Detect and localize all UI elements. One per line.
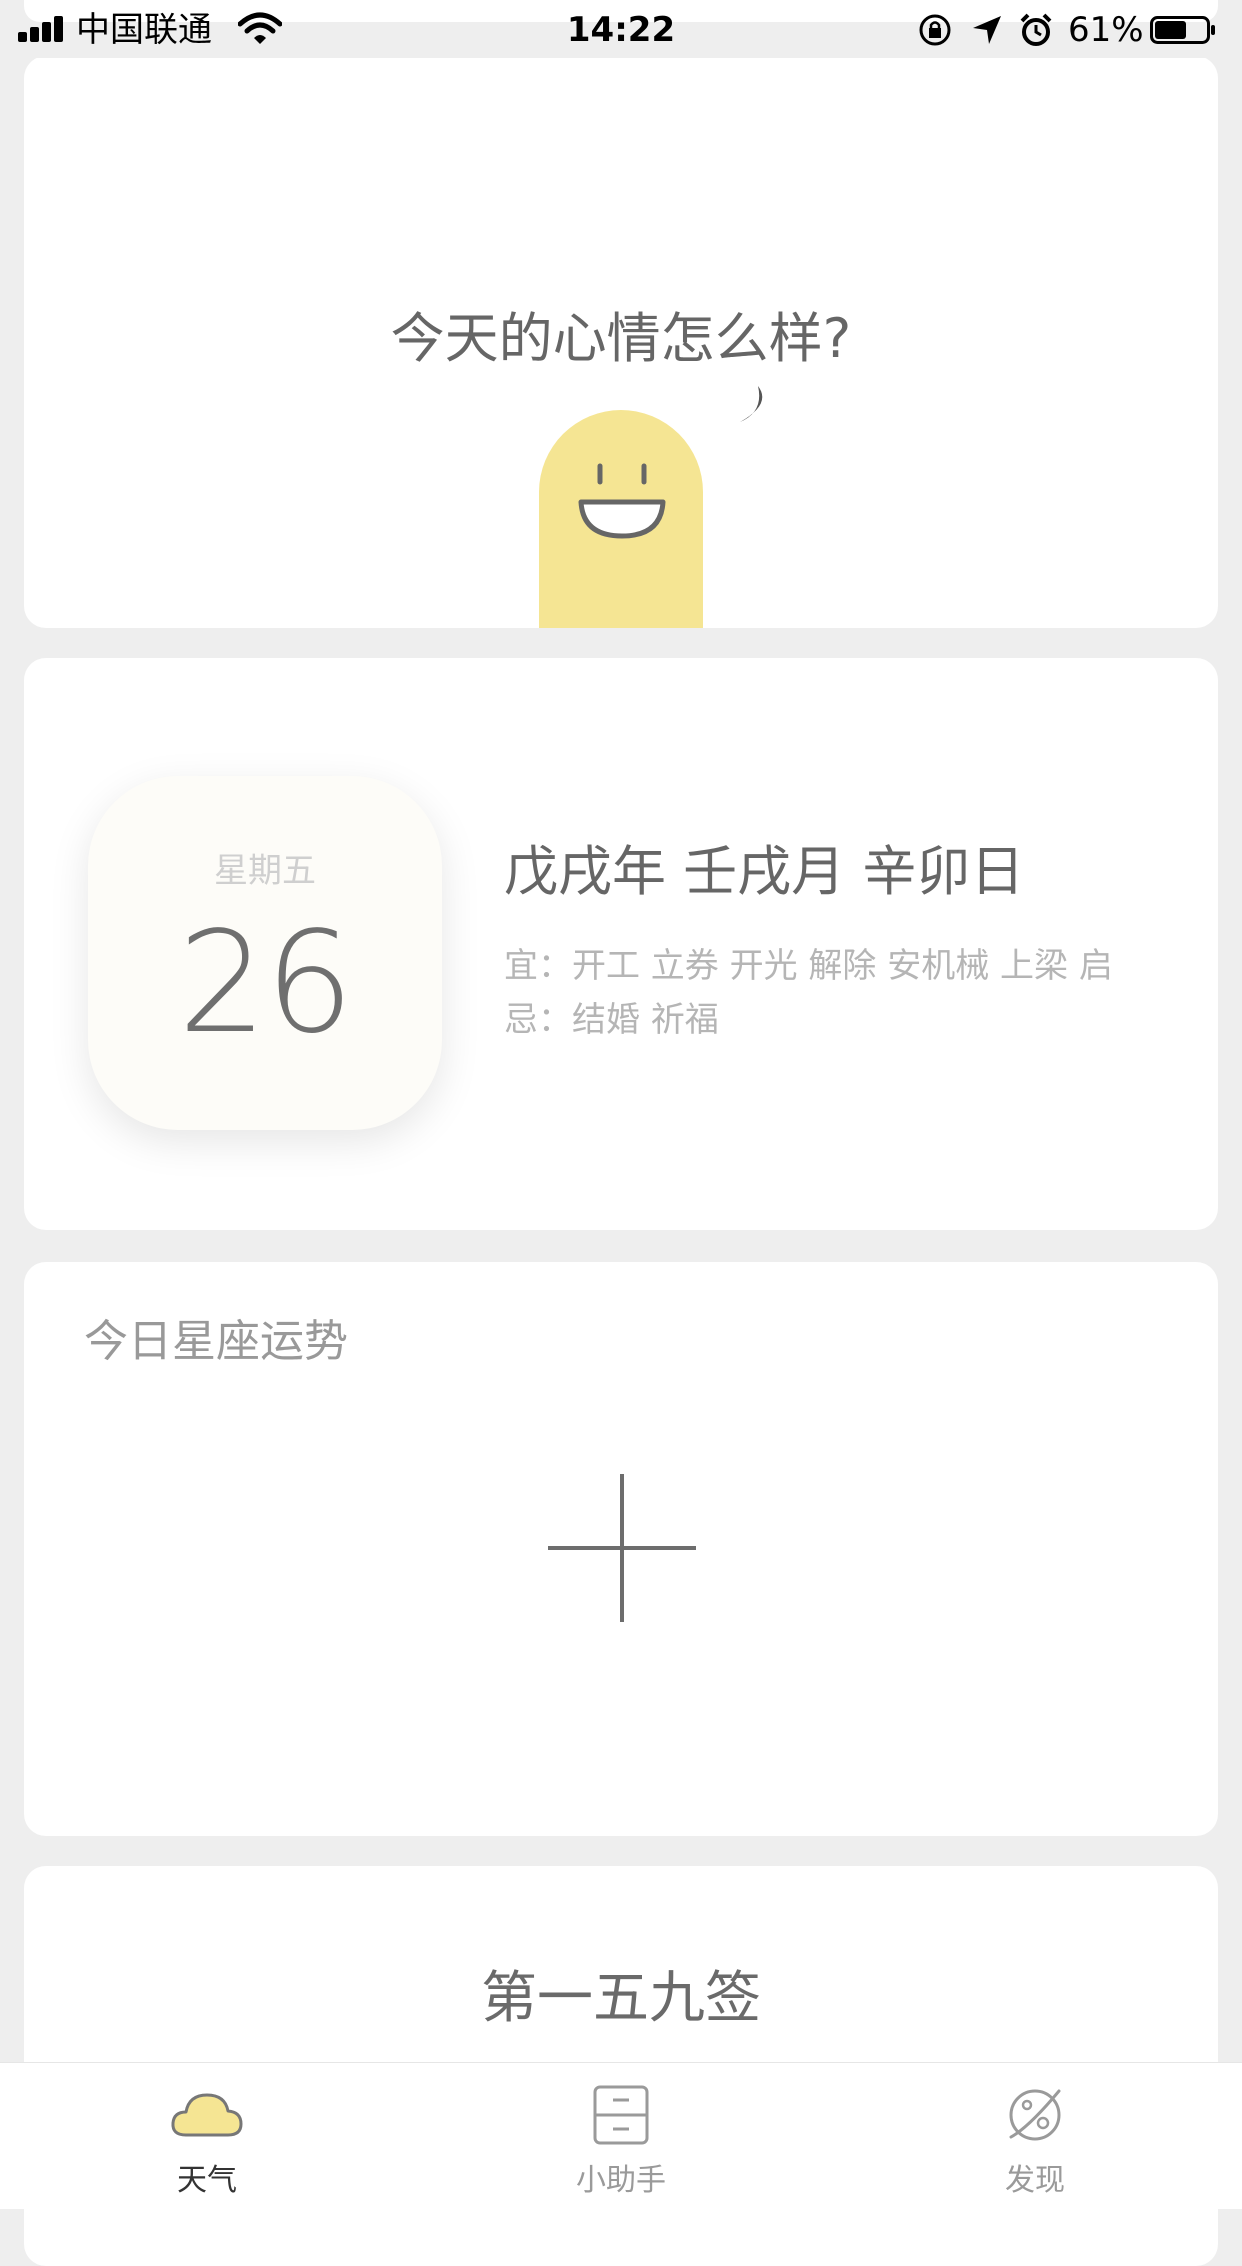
almanac-card[interactable]: 星期五 26 戊戌年 壬戌月 辛卯日 宜：开工 立券 开光 解除 安机械 上梁 … — [24, 658, 1218, 1230]
planet-icon — [828, 2083, 1242, 2153]
rotation-lock-icon — [918, 13, 952, 47]
tab-assistant-label: 小助手 — [576, 2163, 666, 2198]
avoid-activities: 忌：结婚 祈福 — [504, 1000, 719, 1040]
mood-question: 今天的心情怎么样? — [390, 307, 852, 370]
battery-icon — [1150, 16, 1216, 44]
alarm-clock-icon — [1018, 12, 1054, 48]
plus-icon — [548, 1474, 696, 1622]
weekday-label: 星期五 — [214, 851, 316, 891]
location-arrow-icon — [970, 13, 1004, 47]
mood-card[interactable]: 今天的心情怎么样? — [24, 56, 1218, 628]
cloud-icon — [0, 2083, 414, 2153]
date-tile: 星期五 26 — [88, 776, 442, 1130]
smiley-face-icon — [575, 460, 669, 550]
horoscope-card[interactable]: 今日星座运势 — [24, 1262, 1218, 1836]
tab-bar: 天气 小助手 发现 — [0, 2062, 1242, 2209]
ganzhi-date: 戊戌年 壬戌月 辛卯日 — [504, 840, 1025, 903]
tab-discover[interactable]: 发现 — [828, 2063, 1242, 2209]
tab-discover-label: 发现 — [1005, 2163, 1065, 2198]
horoscope-title: 今日星座运势 — [84, 1316, 348, 1367]
suitable-activities: 宜：开工 立券 开光 解除 安机械 上梁 启 — [504, 946, 1113, 986]
fortune-lot-title: 第一五九签 — [481, 1966, 761, 2031]
status-bar: 中国联通 14:22 61% — [0, 0, 1242, 58]
tab-weather[interactable]: 天气 — [0, 2063, 414, 2209]
tab-assistant[interactable]: 小助手 — [414, 2063, 828, 2209]
status-time: 14:22 — [566, 10, 676, 50]
drawer-icon — [414, 2083, 828, 2153]
add-horoscope-button[interactable] — [546, 1472, 698, 1624]
tab-weather-label: 天气 — [177, 2163, 237, 2198]
day-number: 26 — [177, 902, 354, 1065]
battery-percentage: 61% — [1068, 10, 1144, 50]
moon-icon — [732, 382, 776, 430]
